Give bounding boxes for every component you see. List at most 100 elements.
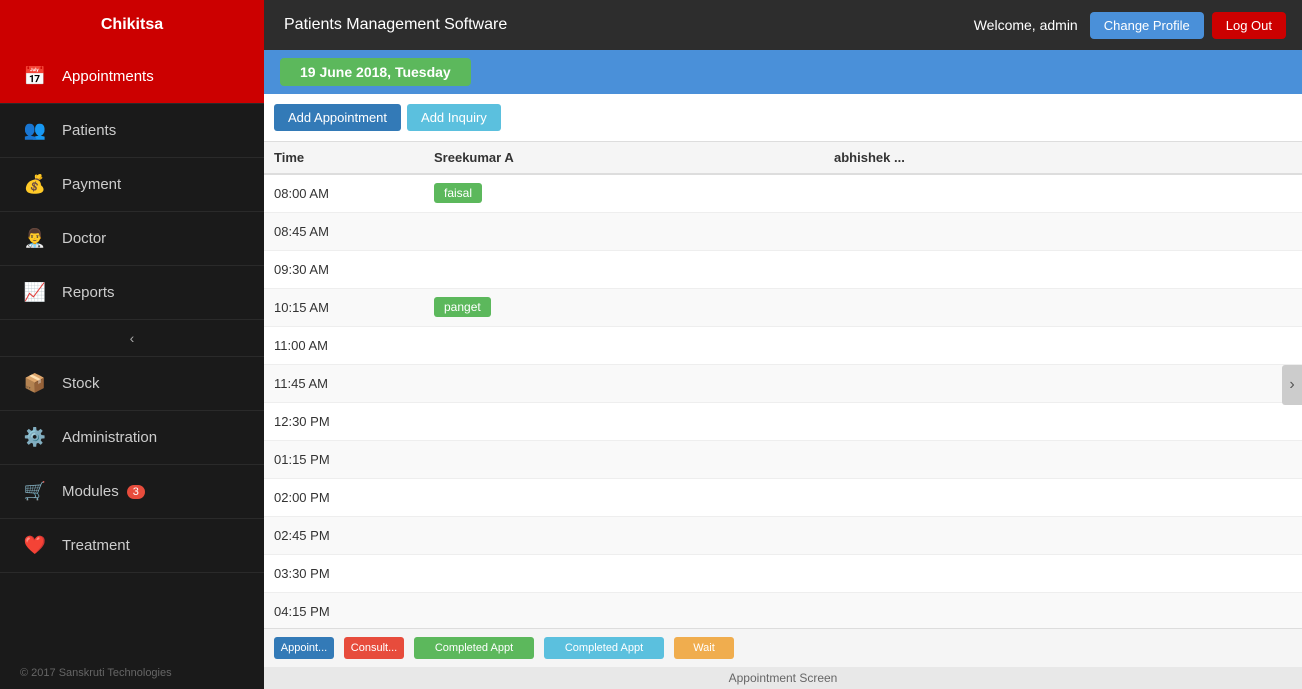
time-cell: 03:30 PM: [264, 554, 424, 592]
top-header: Chikitsa Patients Management Software We…: [0, 0, 1302, 50]
modules-icon: 🛒: [20, 481, 50, 502]
sreekumar-cell: [424, 478, 824, 516]
change-profile-button[interactable]: Change Profile: [1090, 12, 1204, 39]
administration-icon: ⚙️: [20, 427, 50, 448]
sidebar-item-label: Treatment: [62, 537, 130, 554]
time-cell: 11:45 AM: [264, 364, 424, 402]
table-row: 02:00 PM: [264, 478, 1302, 516]
add-inquiry-button[interactable]: Add Inquiry: [407, 104, 501, 131]
col-sreekumar: Sreekumar A: [424, 142, 824, 174]
sreekumar-cell: [424, 554, 824, 592]
sidebar-item-treatment[interactable]: ❤️ Treatment: [0, 519, 264, 573]
sidebar-item-label: Payment: [62, 176, 121, 193]
legend-color-wait: Wait: [674, 637, 734, 659]
abhishek-cell: [824, 364, 1302, 402]
table-row: 11:45 AM: [264, 364, 1302, 402]
legend-color-completed-2: Completed Appt: [544, 637, 664, 659]
bottom-bar: Appointment Screen: [264, 667, 1302, 689]
legend-appointment: Appoint...: [274, 637, 334, 659]
time-cell: 01:15 PM: [264, 440, 424, 478]
appointment-badge[interactable]: faisal: [434, 183, 482, 203]
table-row: 09:30 AM: [264, 250, 1302, 288]
sidebar-item-label: Reports: [62, 284, 115, 301]
legend-wait: Wait: [674, 637, 734, 659]
abhishek-cell: [824, 212, 1302, 250]
time-cell: 08:45 AM: [264, 212, 424, 250]
appointments-icon: 📅: [20, 66, 50, 87]
legend-color-completed: Completed Appt: [414, 637, 534, 659]
sidebar-item-label: Appointments: [62, 68, 154, 85]
appointment-badge[interactable]: panget: [434, 297, 491, 317]
schedule-wrapper[interactable]: Time Sreekumar A abhishek ... 08:00 AM fa…: [264, 142, 1302, 628]
abhishek-cell: [824, 554, 1302, 592]
abhishek-cell: [824, 174, 1302, 212]
sreekumar-cell: [424, 364, 824, 402]
appointments-area: Add Appointment Add Inquiry Time Sreekum…: [264, 94, 1302, 667]
col-time: Time: [264, 142, 424, 174]
sidebar-item-administration[interactable]: ⚙️ Administration: [0, 411, 264, 465]
sreekumar-cell: [424, 250, 824, 288]
sidebar-item-stock[interactable]: 📦 Stock: [0, 357, 264, 411]
time-cell: 04:15 PM: [264, 592, 424, 628]
abhishek-cell: [824, 478, 1302, 516]
bottom-legend: Appoint... Consult... Completed Appt Com…: [264, 628, 1302, 667]
legend-consultation: Consult...: [344, 637, 404, 659]
abhishek-cell: [824, 516, 1302, 554]
sreekumar-cell: [424, 402, 824, 440]
sidebar-item-label: Administration: [62, 429, 157, 446]
payment-icon: 💰: [20, 174, 50, 195]
chevron-left-icon: ‹: [130, 330, 135, 346]
sidebar-item-label: Patients: [62, 122, 116, 139]
sreekumar-cell: faisal: [424, 174, 824, 212]
sreekumar-cell: [424, 516, 824, 554]
treatment-icon: ❤️: [20, 535, 50, 556]
legend-completed-appointment: Completed Appt: [414, 637, 534, 659]
sidebar-footer: © 2017 Sanskruti Technologies: [0, 657, 264, 689]
col-abhishek: abhishek ...: [824, 142, 1302, 174]
table-row: 04:15 PM: [264, 592, 1302, 628]
time-cell: 08:00 AM: [264, 174, 424, 212]
logout-button[interactable]: Log Out: [1212, 12, 1286, 39]
sidebar-item-reports[interactable]: 📈 Reports: [0, 266, 264, 320]
time-cell: 11:00 AM: [264, 326, 424, 364]
sreekumar-cell: panget: [424, 288, 824, 326]
modules-badge: 3: [127, 485, 145, 499]
sidebar-item-patients[interactable]: 👥 Patients: [0, 104, 264, 158]
schedule-table: Time Sreekumar A abhishek ... 08:00 AM fa…: [264, 142, 1302, 628]
abhishek-cell: [824, 250, 1302, 288]
sreekumar-cell: [424, 212, 824, 250]
sidebar-item-payment[interactable]: 💰 Payment: [0, 158, 264, 212]
time-cell: 02:00 PM: [264, 478, 424, 516]
sidebar-collapse-toggle[interactable]: ‹: [0, 320, 264, 357]
abhishek-cell: [824, 402, 1302, 440]
sreekumar-cell: [424, 440, 824, 478]
sreekumar-cell: [424, 592, 824, 628]
table-row: 12:30 PM: [264, 402, 1302, 440]
sidebar-item-appointments[interactable]: 📅 Appointments: [0, 50, 264, 104]
date-header: 19 June 2018, Tuesday: [264, 50, 1302, 94]
toolbar: Add Appointment Add Inquiry: [264, 94, 1302, 142]
time-cell: 09:30 AM: [264, 250, 424, 288]
abhishek-cell: [824, 592, 1302, 628]
app-title: Chikitsa: [0, 0, 264, 50]
patients-icon: 👥: [20, 120, 50, 141]
legend-color-appointment: Appoint...: [274, 637, 334, 659]
sidebar: 📅 Appointments 👥 Patients 💰 Payment 👨‍⚕️…: [0, 50, 264, 689]
table-row: 08:45 AM: [264, 212, 1302, 250]
main-content: 19 June 2018, Tuesday Add Appointment Ad…: [264, 50, 1302, 689]
sidebar-item-doctor[interactable]: 👨‍⚕️ Doctor: [0, 212, 264, 266]
sidebar-item-label: Doctor: [62, 230, 106, 247]
page-title: Patients Management Software: [284, 16, 974, 34]
add-appointment-button[interactable]: Add Appointment: [274, 104, 401, 131]
legend-color-consultation: Consult...: [344, 637, 404, 659]
time-cell: 02:45 PM: [264, 516, 424, 554]
scroll-right-arrow[interactable]: ›: [1282, 365, 1302, 405]
legend-completed-appointment-2: Completed Appt: [544, 637, 664, 659]
abhishek-cell: [824, 326, 1302, 364]
sidebar-item-modules[interactable]: 🛒 Modules 3: [0, 465, 264, 519]
reports-icon: 📈: [20, 282, 50, 303]
abhishek-cell: [824, 288, 1302, 326]
doctor-icon: 👨‍⚕️: [20, 228, 50, 249]
main-layout: 📅 Appointments 👥 Patients 💰 Payment 👨‍⚕️…: [0, 50, 1302, 689]
abhishek-cell: [824, 440, 1302, 478]
